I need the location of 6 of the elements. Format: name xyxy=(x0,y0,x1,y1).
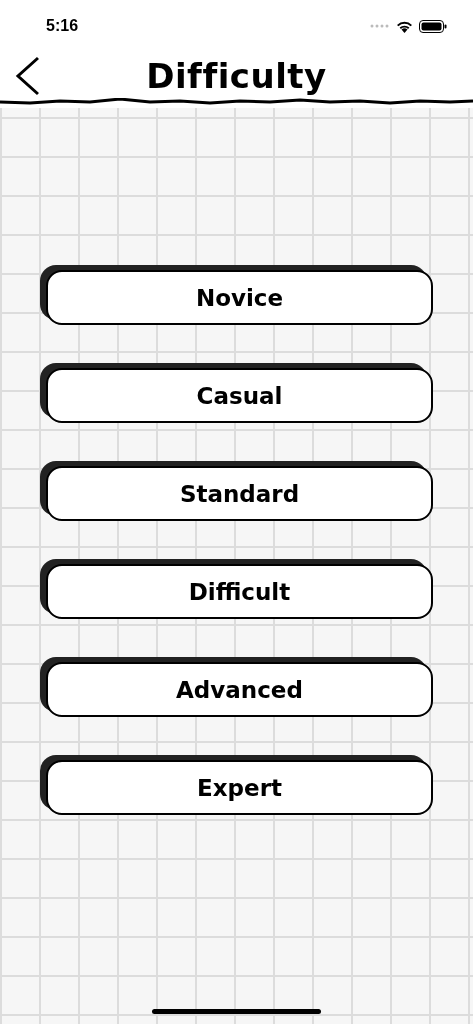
status-time: 5:16 xyxy=(46,17,79,35)
back-icon[interactable] xyxy=(15,56,41,96)
page-title: Difficulty xyxy=(146,56,327,96)
wifi-icon xyxy=(396,19,413,33)
battery-icon xyxy=(419,19,447,33)
signal-icon xyxy=(370,24,390,28)
